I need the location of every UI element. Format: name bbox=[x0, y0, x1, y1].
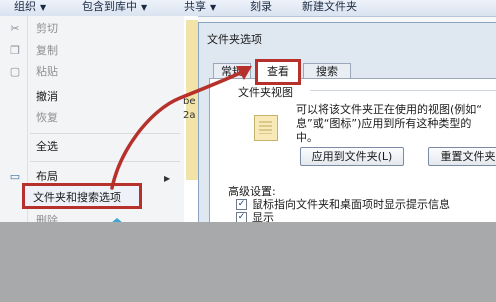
show-option-label: 显示 bbox=[252, 211, 274, 222]
dialog-title: 文件夹选项 bbox=[207, 33, 262, 46]
share-button[interactable]: 共享 ▼ bbox=[184, 0, 216, 16]
menu-item-paste[interactable]: 粘贴 bbox=[36, 63, 58, 81]
layout-icon: ▭ bbox=[9, 170, 21, 183]
menu-separator bbox=[30, 133, 180, 134]
folder-views-description-2: 息”或“图标”)应用到所有这种类型的 bbox=[296, 117, 472, 130]
group-divider bbox=[310, 90, 496, 91]
show-option-checkbox[interactable]: ✓ bbox=[236, 212, 247, 222]
file-name-fragment: be bbox=[183, 96, 196, 107]
tab-search[interactable]: 搜索 bbox=[303, 63, 351, 79]
file-name-fragment: 2a bbox=[183, 110, 196, 121]
tab-view[interactable]: 查看 bbox=[255, 59, 301, 85]
chevron-down-icon: ▼ bbox=[210, 3, 217, 12]
reset-folders-button[interactable]: 重置文件夹 bbox=[428, 147, 496, 166]
include-library-label: 包含到库中 bbox=[82, 0, 137, 13]
view-tab-panel: 文件夹视图 可以将该文件夹正在使用的视图(例如“ 息”或“图标”)应用到所有这种… bbox=[209, 79, 496, 222]
menu-item-undo[interactable]: 撤消 bbox=[36, 88, 58, 106]
organize-button[interactable]: 组织 ▼ bbox=[14, 0, 46, 16]
menu-item-redo[interactable]: 恢复 bbox=[36, 109, 58, 127]
new-folder-button[interactable]: 新建文件夹 bbox=[302, 0, 357, 16]
tab-general[interactable]: 常规 bbox=[213, 63, 251, 79]
command-bar: 组织 ▼ 包含到库中 ▼ 共享 ▼ 刻录 新建文件夹 bbox=[0, 0, 496, 17]
folder-views-group-label: 文件夹视图 bbox=[238, 86, 293, 99]
share-label: 共享 bbox=[184, 0, 206, 13]
menu-item-folder-search-options[interactable]: 文件夹和搜索选项 bbox=[22, 183, 142, 209]
include-library-button[interactable]: 包含到库中 ▼ bbox=[82, 0, 147, 16]
menu-item-folder-search-options-label: 文件夹和搜索选项 bbox=[33, 191, 121, 204]
show-tooltips-label: 鼠标指向文件夹和桌面项时显示提示信息 bbox=[252, 198, 450, 211]
paste-icon: ▢ bbox=[9, 65, 21, 78]
chevron-down-icon: ▼ bbox=[141, 3, 148, 12]
menu-item-select-all[interactable]: 全选 bbox=[36, 138, 58, 156]
scissors-icon: ✂ bbox=[10, 22, 20, 35]
menu-item-delete[interactable]: 删除 bbox=[36, 212, 58, 222]
apply-to-folders-button[interactable]: 应用到文件夹(L) bbox=[300, 147, 404, 166]
submenu-arrow-icon: ▶ bbox=[164, 174, 171, 183]
burn-button[interactable]: 刻录 bbox=[250, 0, 272, 16]
blank-gray-area bbox=[0, 222, 496, 302]
menu-separator bbox=[30, 161, 180, 162]
organize-label: 组织 bbox=[14, 0, 36, 13]
show-tooltips-checkbox[interactable]: ✓ bbox=[236, 199, 247, 210]
copy-icon: ❐ bbox=[10, 44, 20, 57]
folder-view-icon bbox=[254, 115, 278, 141]
folder-options-dialog: 文件夹选项 常规 查看 搜索 文件夹视图 可以将该文件夹正在使用的视图(例如“ … bbox=[198, 22, 496, 222]
menu-item-cut[interactable]: 剪切 bbox=[36, 20, 58, 38]
folder-views-description-3: 中。 bbox=[296, 131, 318, 144]
menu-item-copy[interactable]: 复制 bbox=[36, 42, 58, 60]
chevron-down-icon: ▼ bbox=[40, 3, 47, 12]
explorer-screen: 组织 ▼ 包含到库中 ▼ 共享 ▼ 刻录 新建文件夹 ✂ 剪切 ❐ 复制 ▢ 粘贴 撤… bbox=[0, 0, 496, 222]
